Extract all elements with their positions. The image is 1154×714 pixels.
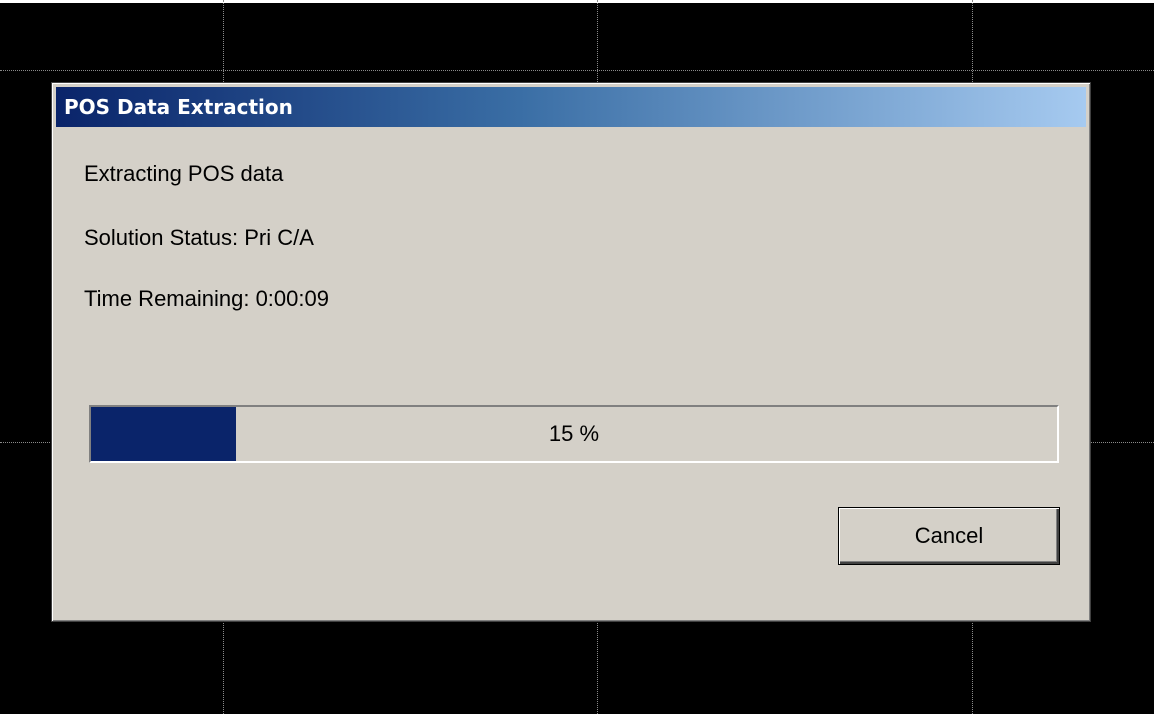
cancel-button[interactable]: Cancel (838, 507, 1060, 565)
window-top-edge (0, 0, 1154, 3)
status-message: Extracting POS data (84, 161, 284, 186)
dialog-title: POS Data Extraction (64, 95, 293, 119)
solution-status-label: Solution Status: Pri C/A (84, 225, 314, 250)
pos-extraction-dialog: POS Data Extraction Extracting POS data … (51, 82, 1091, 622)
progress-bar: 15 % (89, 405, 1059, 463)
progress-percent-label: 15 % (548, 421, 600, 446)
dialog-titlebar[interactable]: POS Data Extraction (56, 87, 1086, 127)
grid-line (0, 70, 1154, 71)
time-remaining-label: Time Remaining: 0:00:09 (84, 286, 329, 311)
